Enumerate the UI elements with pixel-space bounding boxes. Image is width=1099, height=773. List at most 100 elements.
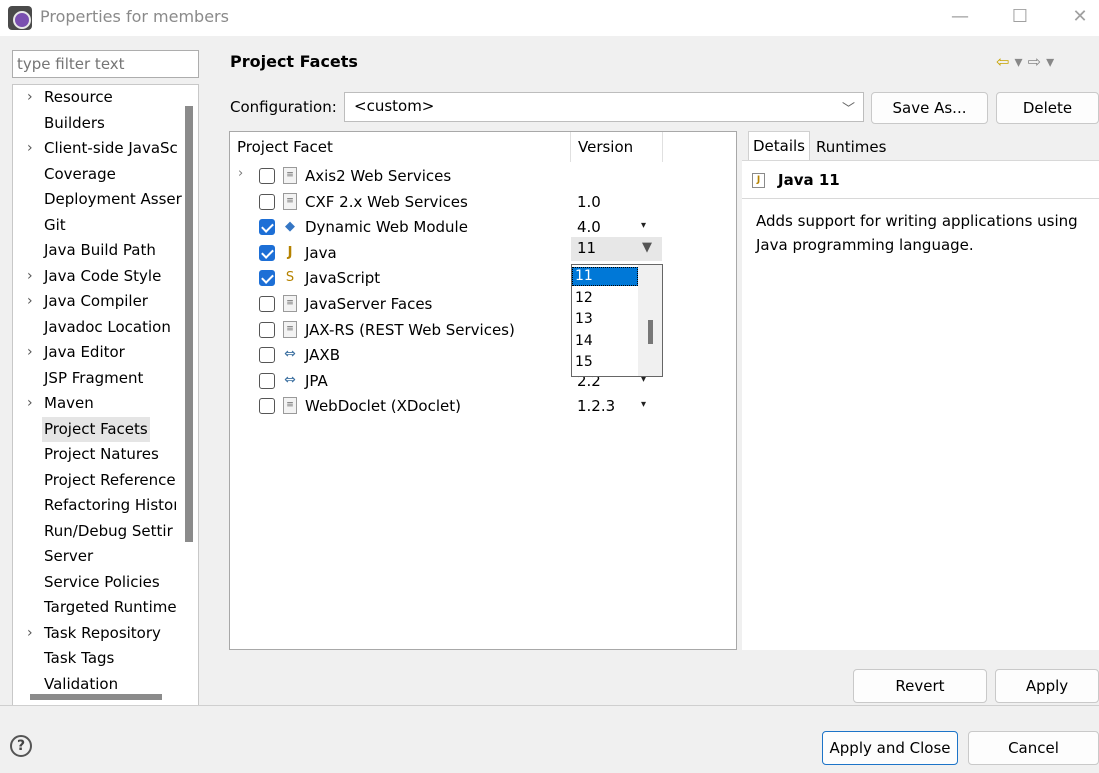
version-option[interactable]: 14	[572, 332, 638, 351]
facet-checkbox[interactable]	[259, 398, 275, 415]
sidebar-item-label: Java Editor	[44, 343, 125, 361]
bottom-separator	[0, 705, 1099, 706]
facet-checkbox[interactable]	[259, 219, 275, 236]
chevron-down-icon: ﹀	[841, 102, 855, 117]
sidebar-item-label: Javadoc Location	[44, 317, 171, 336]
sidebar-item-label: Coverage	[44, 164, 116, 183]
chevron-right-icon[interactable]: ›	[27, 340, 33, 365]
java-facet-icon: J	[752, 173, 765, 188]
chevron-right-icon[interactable]: ›	[27, 391, 33, 416]
help-icon[interactable]: ?	[10, 735, 32, 757]
cancel-button[interactable]: Cancel	[968, 731, 1099, 765]
facet-checkbox[interactable]	[259, 270, 275, 287]
column-header-facet[interactable]: Project Facet	[237, 132, 333, 162]
page-title: Project Facets	[230, 52, 358, 71]
doc-facet-icon: ≡	[283, 192, 297, 210]
sidebar-item-label: Service Policies	[44, 572, 160, 591]
sidebar-item-label: Builders	[44, 113, 105, 132]
facet-row[interactable]: › ≡ Axis2 Web Services	[230, 163, 736, 189]
facet-row[interactable]: ≡ CXF 2.x Web Services 1.0	[230, 189, 736, 215]
facet-checkbox[interactable]	[259, 296, 275, 312]
sidebar-item-label: Git	[44, 215, 66, 234]
sidebar-item-label: Server	[44, 547, 94, 565]
version-list-scrollbar-thumb[interactable]	[648, 320, 653, 344]
chevron-right-icon[interactable]: ›	[27, 136, 33, 161]
apply-and-close-button[interactable]: Apply and Close	[822, 731, 958, 765]
chevron-right-icon[interactable]: ›	[27, 621, 33, 646]
chevron-right-icon[interactable]: ›	[27, 85, 33, 110]
back-arrow-icon[interactable]: ⇦	[996, 52, 1009, 71]
delete-button[interactable]: Delete	[996, 92, 1099, 124]
filter-input[interactable]	[12, 50, 199, 78]
link-facet-icon: ⇔	[284, 371, 296, 388]
chevron-right-icon[interactable]: ›	[238, 166, 243, 181]
minimize-button[interactable]: —	[938, 3, 982, 31]
facet-version: 1.2.3	[577, 397, 616, 416]
facet-row[interactable]: ≡ WebDoclet (XDoclet) 1.2.3 ▾	[230, 393, 736, 419]
apply-button[interactable]: Apply	[995, 669, 1099, 703]
sidebar-item-label: Validation	[44, 674, 119, 693]
eclipse-icon	[8, 6, 32, 30]
link-facet-icon: ⇔	[284, 346, 296, 363]
forward-menu-icon[interactable]: ▾	[1046, 52, 1054, 71]
facet-checkbox[interactable]	[259, 347, 275, 364]
facet-checkbox[interactable]	[259, 168, 275, 184]
facet-name: JPA	[305, 371, 328, 390]
sidebar-item-label: Client-side JavaSc	[44, 139, 178, 157]
sidebar-item-label: Targeted Runtime	[44, 598, 177, 616]
version-option[interactable]: 11	[572, 267, 638, 286]
doc-facet-icon: ≡	[283, 397, 297, 415]
details-separator	[742, 198, 1099, 199]
tab-runtimes[interactable]: Runtimes	[812, 135, 890, 160]
configuration-combo[interactable]: <custom> ﹀	[344, 92, 864, 122]
sidebar-item-label: Resource	[44, 88, 113, 106]
back-menu-icon[interactable]: ▾	[1015, 52, 1023, 71]
property-nav-tree: › Resource Builders › Client-side JavaSc Cove…	[12, 84, 199, 706]
version-option[interactable]: 13	[572, 310, 638, 329]
sidebar-item-label: Run/Debug Settir	[44, 521, 173, 540]
facet-name: Java	[305, 243, 337, 262]
sidebar-item-label: Refactoring Histoı	[44, 496, 178, 514]
facet-name: JavaScript	[305, 269, 381, 288]
close-button[interactable]: ✕	[1058, 3, 1099, 31]
java-version-value: 11	[577, 239, 597, 257]
sidebar-item-label: Project Reference	[44, 470, 176, 489]
tab-details[interactable]: Details	[748, 131, 810, 160]
save-as-button[interactable]: Save As...	[871, 92, 988, 124]
version-option[interactable]: 12	[572, 289, 638, 308]
version-dropdown-icon[interactable]: ▾	[641, 220, 646, 231]
nav-horizontal-scrollbar[interactable]	[30, 694, 162, 700]
details-description: Adds support for writing applications us…	[756, 212, 1078, 254]
java-version-combo[interactable]: 11 ▼	[571, 237, 662, 261]
sidebar-item-label: Java Build Path	[44, 241, 156, 259]
configuration-label: Configuration:	[230, 98, 337, 116]
configuration-value: <custom>	[354, 97, 435, 115]
version-dropdown-icon[interactable]: ▾	[641, 399, 646, 410]
sidebar-item-label: Project Natures	[44, 445, 159, 463]
doc-facet-icon: ≡	[283, 295, 297, 312]
version-option[interactable]: 15	[572, 353, 638, 372]
sidebar-item-label: Java Code Style	[44, 266, 162, 285]
sidebar-item-label: Task Tags	[44, 649, 115, 667]
window-title: Properties for members	[40, 7, 229, 26]
maximize-button[interactable]: ☐	[998, 3, 1042, 31]
nav-vertical-scrollbar[interactable]	[185, 106, 193, 542]
facet-checkbox[interactable]	[259, 321, 275, 338]
chevron-right-icon[interactable]: ›	[27, 289, 33, 314]
facet-name: CXF 2.x Web Services	[305, 192, 468, 211]
java-facet-icon: J	[287, 244, 293, 260]
doc-facet-icon: ≡	[283, 320, 297, 338]
column-header-version[interactable]: Version	[578, 132, 633, 162]
forward-arrow-icon[interactable]: ⇨	[1028, 52, 1041, 71]
facet-name: JavaServer Faces	[305, 295, 433, 313]
facet-checkbox[interactable]	[259, 372, 275, 389]
facet-name: WebDoclet (XDoclet)	[305, 397, 461, 416]
sidebar-item-label: Java Compiler	[44, 292, 148, 310]
dropdown-arrow-icon: ▼	[642, 240, 652, 255]
history-nav: ⇦ ▾ ⇨ ▾	[996, 52, 1054, 71]
facet-checkbox[interactable]	[259, 193, 275, 210]
chevron-right-icon[interactable]: ›	[27, 264, 33, 289]
revert-button[interactable]: Revert	[853, 669, 987, 703]
facet-checkbox[interactable]	[259, 244, 275, 261]
sidebar-item-label: JSP Fragment	[44, 368, 144, 387]
